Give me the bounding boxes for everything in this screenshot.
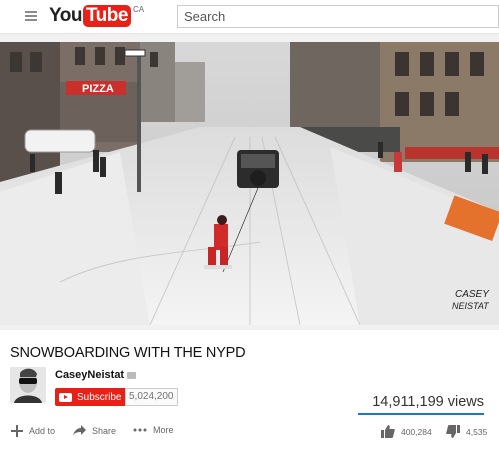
video-title: SNOWBOARDING WITH THE NYPD bbox=[10, 345, 246, 361]
watermark-line1: CASEY bbox=[455, 289, 490, 300]
share-label: Share bbox=[92, 425, 117, 436]
masthead: You Tube CA bbox=[0, 0, 499, 34]
channel-name-text[interactable]: CaseyNeistat bbox=[55, 369, 124, 381]
logo-text-you: You bbox=[49, 5, 82, 26]
more-dots-icon bbox=[133, 428, 147, 432]
plus-icon bbox=[11, 425, 23, 437]
thumbs-down-icon bbox=[446, 425, 460, 438]
video-player[interactable]: PIZZA CASEY NEISTAT bbox=[0, 42, 499, 325]
like-button[interactable]: 400,284 bbox=[381, 425, 432, 438]
video-frame: PIZZA CASEY NEISTAT bbox=[0, 42, 499, 325]
storefront-sign: PIZZA bbox=[82, 83, 114, 95]
youtube-play-icon bbox=[59, 392, 72, 402]
search-box[interactable] bbox=[177, 5, 499, 28]
dislike-button[interactable]: 4,535 bbox=[446, 425, 487, 438]
add-to-label: Add to bbox=[29, 426, 56, 436]
action-bar: Add to Share More 400,284 4,535 bbox=[0, 422, 499, 442]
region-code: CA bbox=[132, 5, 145, 14]
subscribe-label: Subscribe bbox=[77, 391, 122, 403]
view-count: 14,911,199 views bbox=[372, 394, 484, 410]
share-icon bbox=[73, 425, 86, 436]
subscribe-button[interactable]: Subscribe bbox=[55, 388, 128, 406]
more-button[interactable]: More bbox=[133, 425, 174, 435]
channel-name[interactable]: CaseyNeistat bbox=[55, 369, 137, 381]
menu-icon[interactable] bbox=[25, 11, 37, 21]
watermark-line2: NEISTAT bbox=[452, 301, 490, 311]
youtube-logo[interactable]: You Tube CA bbox=[49, 5, 144, 29]
share-button[interactable]: Share bbox=[73, 425, 116, 436]
dislike-count: 4,535 bbox=[466, 426, 488, 437]
like-ratio-bar bbox=[358, 413, 484, 415]
more-label: More bbox=[153, 425, 174, 435]
logo-text-tube: Tube bbox=[82, 5, 131, 27]
verified-icon bbox=[127, 371, 137, 379]
add-to-button[interactable]: Add to bbox=[11, 425, 55, 437]
like-count: 400,284 bbox=[401, 426, 432, 437]
subscriber-count: 5,024,200 bbox=[125, 388, 178, 406]
thumbs-up-icon bbox=[381, 425, 395, 438]
avatar-image bbox=[10, 367, 46, 403]
search-input[interactable] bbox=[178, 6, 498, 27]
video-info: SNOWBOARDING WITH THE NYPD CaseyNeistat … bbox=[0, 330, 499, 451]
channel-avatar[interactable] bbox=[10, 367, 46, 403]
